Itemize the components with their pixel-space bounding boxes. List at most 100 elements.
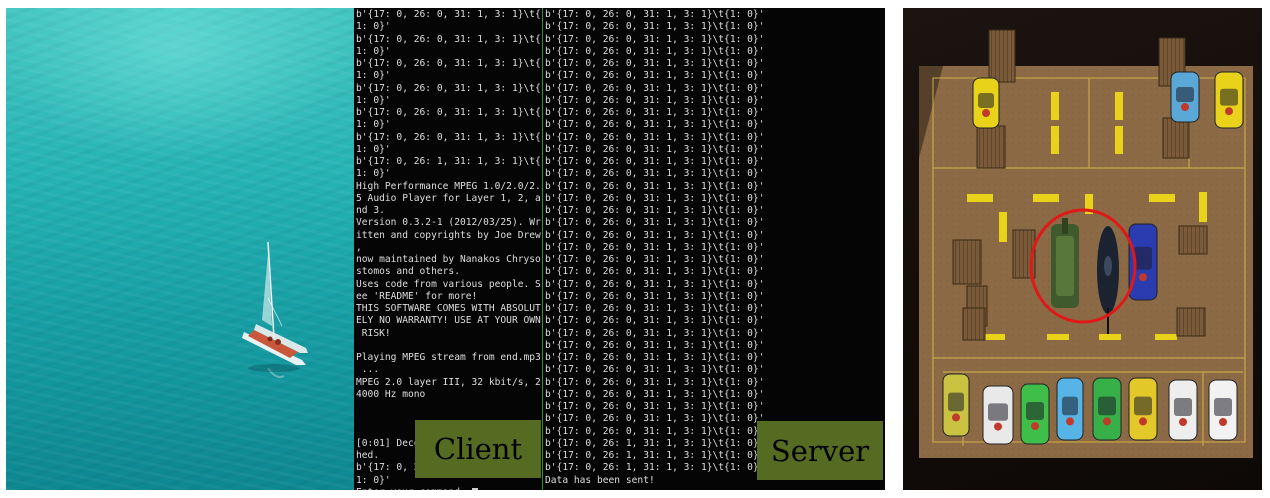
sailboat-icon <box>242 241 308 378</box>
parking-lot-photo <box>903 8 1262 490</box>
terminal-line: ELY NO WARRANTY! USE AT YOUR OWN <box>356 315 541 327</box>
parking-marker <box>967 194 993 202</box>
terminal-line: b'{17: 0, 26: 0, 31: 1, 3: 1}\t{1: 0}' <box>545 82 765 94</box>
terminal-line: 1: 0}' <box>356 45 391 57</box>
toy-car-icon <box>1056 377 1084 441</box>
terminal-line: 1: 0}' <box>356 119 391 131</box>
terminal-line: Uses code from various people. S <box>356 278 541 290</box>
parking-marker <box>1051 92 1059 120</box>
toy-car-icon <box>982 385 1014 445</box>
pillar-icon <box>988 29 1016 83</box>
terminal-line: b'{17: 0, 26: 0, 31: 1, 3: 1}\t{1: 0}' <box>545 315 765 327</box>
toy-car-icon <box>1208 379 1238 441</box>
terminal-line: 1: 0}' <box>356 143 391 155</box>
terminal-line: b'{17: 0, 26: 0, 31: 1, 3: 1}\t{1: 0}' <box>545 143 765 155</box>
terminal-line: THIS SOFTWARE COMES WITH ABSOLUT <box>356 303 541 314</box>
command-prompt[interactable]: Enter your command: <box>356 487 542 490</box>
parking-marker <box>1155 334 1177 340</box>
parking-marker <box>1199 192 1207 222</box>
tank-icon <box>1051 218 1079 308</box>
terminal-line: 4000 Hz mono <box>356 388 426 400</box>
toy-car-icon <box>1214 71 1244 129</box>
terminal-line: 1: 0}' <box>356 70 391 82</box>
parking-marker <box>1051 126 1059 154</box>
parking-marker <box>1099 334 1121 340</box>
terminal-line: b'{17: 0, 26: 0, 31: 1, 3: 1}\t{1: 0}' <box>545 119 765 131</box>
terminal-line: 1: 0}' <box>356 94 391 106</box>
terminal-line: b'{17: 0, 26: 0, 31: 1, 3: 1}\t{1: 0}' <box>545 192 765 204</box>
pillar-icon <box>952 239 982 285</box>
terminal-line: b'{17: 0, 26: 0, 31: 1, 3: 1}\t{1: 0}' <box>545 254 765 265</box>
terminal-line: itten and copyrights by Joe Drew <box>356 229 541 241</box>
terminal-line: b'{17: 0, 26: 0, 31: 1, 3: 1}\t{1: 0}' <box>545 205 765 216</box>
terminal-line: Version 0.3.2-1 (2012/03/25). Wr <box>356 217 541 229</box>
toy-car-icon <box>1092 377 1122 441</box>
pillar-icon <box>1162 117 1190 159</box>
terminal-line: b'{17: 0, 26: 0, 31: 1, 3: 1}\t{ <box>356 82 541 94</box>
terminal-line: b'{17: 0, 26: 1, 31: 1, 3: 1}\t{ <box>356 156 541 167</box>
parking-marker <box>1047 334 1069 340</box>
terminal-line: now maintained by Nanakos Chryso <box>356 254 541 265</box>
terminal-line: stomos and others. <box>356 266 460 278</box>
terminal-line: b'{17: 0, 26: 0, 31: 1, 3: 1}\t{1: 0}' <box>545 168 765 180</box>
server-label: Server <box>757 421 883 480</box>
toy-car-icon <box>1128 223 1158 301</box>
terminal-line: MPEG 2.0 layer III, 32 kbit/s, 2 <box>356 376 541 388</box>
terminal-line: b'{17: 0, 26: 0, 31: 1, 3: 1}\t{ <box>356 107 541 118</box>
terminal-line: b'{17: 0, 26: 0, 31: 1, 3: 1}\t{1: 0}' <box>545 278 765 290</box>
terminal-line: High Performance MPEG 1.0/2.0/2. <box>356 180 541 192</box>
terminal-line: b'{17: 0, 26: 0, 31: 1, 3: 1}\t{1: 0}' <box>545 352 765 363</box>
parking-marker <box>999 212 1007 242</box>
terminal-line: b'{17: 0, 26: 0, 31: 1, 3: 1}\t{ <box>356 58 541 69</box>
terminal-line: , <box>356 241 362 253</box>
terminal-line: b'{17: 0, 26: 0, 31: 1, 3: 1}\t{1: 0}' <box>545 180 765 192</box>
terminal-line: b'{17: 0, 26: 0, 31: 1, 3: 1}\t{1: 0}' <box>545 107 765 118</box>
terminal-line: b'{17: 0, 26: 0, 31: 1, 3: 1}\t{1: 0}' <box>545 9 765 20</box>
client-output: b'{17: 0, 26: 0, 31: 1, 3: 1}\t{1: 0}' b'… <box>356 9 542 490</box>
terminal-line: ee 'README' for more! <box>356 290 478 302</box>
toy-car-icon <box>1020 383 1050 445</box>
terminal-line: b'{17: 0, 26: 0, 31: 1, 3: 1}\t{1: 0}' <box>545 327 765 339</box>
terminal-line: b'{17: 0, 26: 0, 31: 1, 3: 1}\t{1: 0}' <box>545 401 765 412</box>
toy-car-icon <box>1168 379 1198 441</box>
terminal-line: b'{17: 0, 26: 0, 31: 1, 3: 1}\t{1: 0}' <box>545 303 765 314</box>
client-terminal[interactable]: b'{17: 0, 26: 0, 31: 1, 3: 1}\t{1: 0}' b'… <box>354 8 542 490</box>
terminal-line: b'{17: 0, 26: 0, 31: 1, 3: 1}\t{1: 0}' <box>545 241 765 253</box>
parking-marker <box>1033 194 1059 202</box>
parking-marker <box>983 334 1005 340</box>
terminal-line: b'{17: 0, 26: 0, 31: 1, 3: 1}\t{1: 0}' <box>545 70 765 82</box>
toy-car-icon <box>972 77 1000 129</box>
parking-marker <box>1115 126 1123 154</box>
toy-car-icon <box>942 373 970 437</box>
terminal-line: b'{17: 0, 26: 0, 31: 1, 3: 1}\t{1: 0}' <box>545 45 765 57</box>
parking-marker <box>1115 92 1123 120</box>
parking-marker <box>1149 194 1175 202</box>
terminal-line: b'{17: 0, 26: 0, 31: 1, 3: 1}\t{ <box>356 9 541 20</box>
pillar-icon <box>976 125 1006 169</box>
pillar-icon <box>1178 225 1208 255</box>
server-terminal[interactable]: b'{17: 0, 26: 0, 31: 1, 3: 1}\t{1: 0}' b'… <box>543 8 885 490</box>
server-output: b'{17: 0, 26: 0, 31: 1, 3: 1}\t{1: 0}' b'… <box>545 9 885 490</box>
terminal-line: 1: 0}' <box>356 21 391 33</box>
terminal-line: b'{17: 0, 26: 0, 31: 1, 3: 1}\t{1: 0}' <box>545 217 765 229</box>
terminal-line: 5 Audio Player for Layer 1, 2, a <box>356 192 541 204</box>
terminal-line: b'{17: 0, 26: 0, 31: 1, 3: 1}\t{1: 0}' <box>545 266 765 278</box>
terminal-line: b'{17: 0, 26: 0, 31: 1, 3: 1}\t{1: 0}' <box>545 156 765 167</box>
toy-car-icon <box>1170 71 1200 123</box>
terminal-line: b'{17: 0, 26: 0, 31: 1, 3: 1}\t{1: 0}' <box>545 21 765 33</box>
terminal-line: Playing MPEG stream from end.mp3 <box>356 352 541 363</box>
terminal-line: nd 3. <box>356 205 385 216</box>
text-cursor <box>471 487 478 490</box>
terminal-line: b'{17: 0, 26: 0, 31: 1, 3: 1}\t{ <box>356 131 541 143</box>
terminal-line: b'{17: 0, 26: 0, 31: 1, 3: 1}\t{1: 0}' <box>545 94 765 106</box>
terminal-line: b'{17: 0, 26: 0, 31: 1, 3: 1}\t{1: 0}' <box>545 33 765 45</box>
terminal-line: RISK! <box>356 327 391 339</box>
command-prompt-label: Enter your command: <box>356 487 472 490</box>
terminal-line: b'{17: 0, 26: 0, 31: 1, 3: 1}\t{ <box>356 33 541 45</box>
ocean-photo <box>6 8 354 490</box>
terminal-line: ... <box>356 364 380 376</box>
terminal-line: b'{17: 0, 26: 0, 31: 1, 3: 1}\t{1: 0}' <box>545 131 765 143</box>
terminal-line: b'{17: 0, 26: 0, 31: 1, 3: 1}\t{1: 0}' <box>545 339 765 351</box>
